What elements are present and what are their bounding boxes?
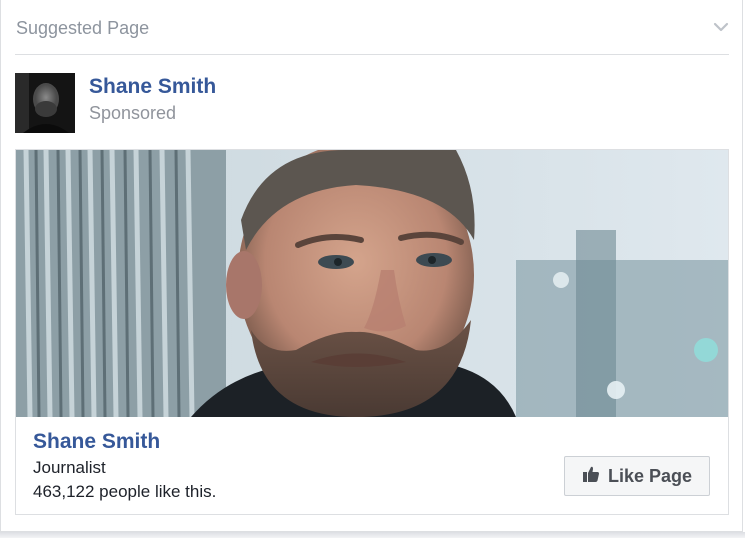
avatar[interactable]	[15, 73, 75, 133]
card-header-title: Suggested Page	[16, 18, 150, 38]
thumbs-up-icon	[582, 465, 600, 488]
suggested-page-card: Suggested Page Shane Smith Sponsored Sha…	[0, 0, 743, 532]
ad-photo[interactable]	[16, 150, 728, 417]
like-page-label: Like Page	[607, 465, 693, 486]
chevron-down-icon[interactable]	[713, 20, 729, 34]
ad-page-category: Journalist	[33, 458, 106, 477]
ad-preview: Shane Smith Journalist 463,122 people li…	[15, 149, 729, 515]
card-bottom-edge	[0, 532, 745, 538]
like-page-button[interactable]: Like Page	[564, 456, 710, 496]
card-header: Suggested Page	[15, 0, 729, 55]
ad-like-count: 463,122 people like this.	[33, 482, 217, 501]
page-name-link[interactable]: Shane Smith	[89, 75, 216, 99]
ad-page-name-link[interactable]: Shane Smith	[33, 430, 160, 454]
sponsored-label: Sponsored	[89, 103, 177, 123]
